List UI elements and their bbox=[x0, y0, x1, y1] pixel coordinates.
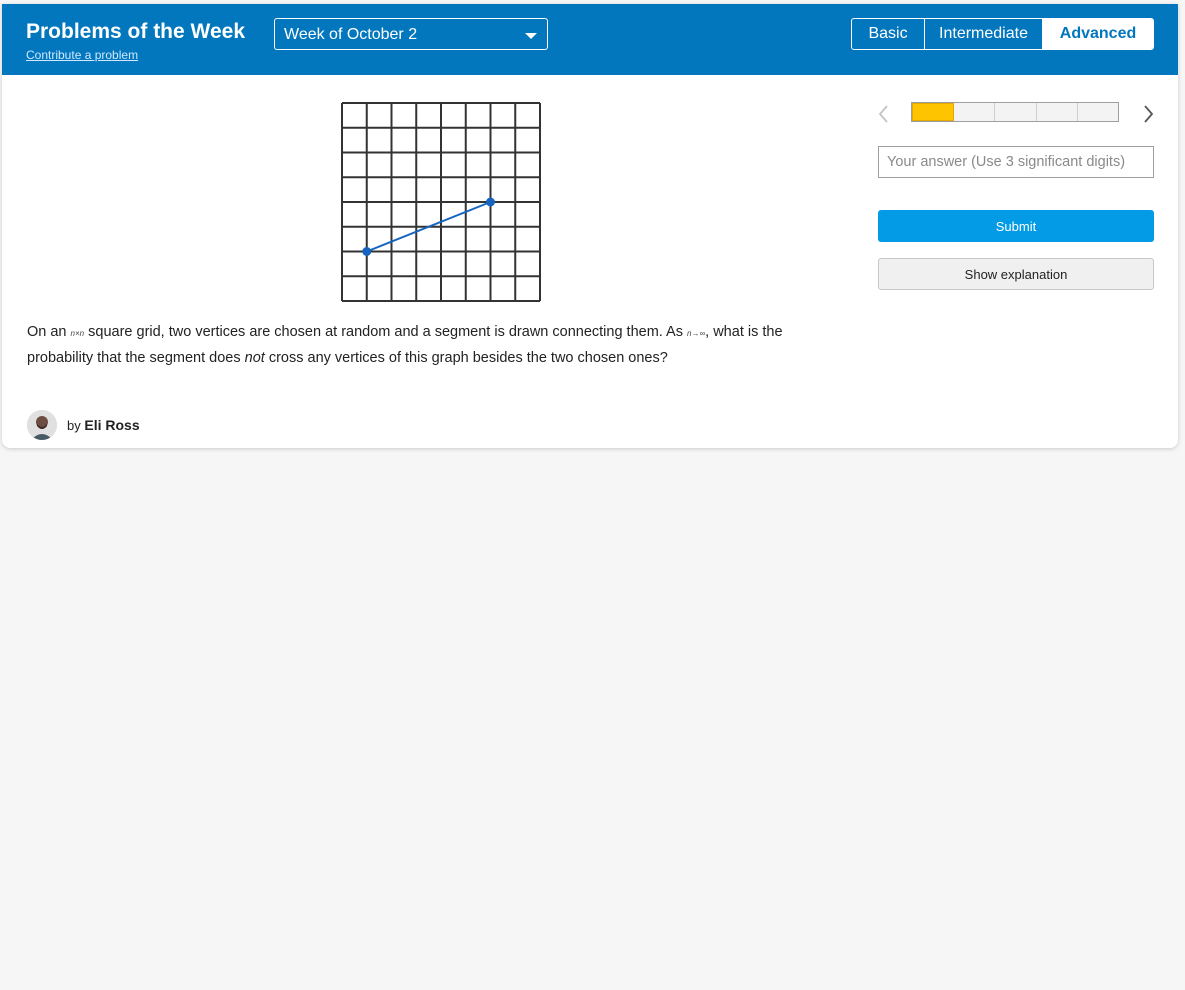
segment-endpoint bbox=[362, 247, 372, 256]
progress-step[interactable] bbox=[1078, 103, 1118, 121]
progress-step[interactable] bbox=[912, 103, 955, 121]
math-limit: n→∞ bbox=[687, 329, 706, 338]
problem-text: cross any vertices of this graph besides… bbox=[264, 350, 668, 366]
dropdown-caret-icon bbox=[525, 33, 537, 39]
week-selector[interactable]: Week of October 2 bbox=[274, 18, 548, 50]
avatar-icon bbox=[27, 410, 57, 440]
tab-advanced[interactable]: Advanced bbox=[1043, 19, 1153, 49]
prev-problem-button[interactable] bbox=[876, 102, 892, 126]
user-avatar[interactable] bbox=[27, 410, 57, 440]
tab-basic[interactable]: Basic bbox=[852, 19, 925, 49]
contribute-problem-link[interactable]: Contribute a problem bbox=[26, 48, 138, 62]
progress-step[interactable] bbox=[954, 103, 996, 121]
next-problem-button[interactable] bbox=[1140, 102, 1156, 126]
grid-lines bbox=[341, 102, 541, 302]
show-explanation-button[interactable]: Show explanation bbox=[878, 258, 1154, 290]
tab-intermediate[interactable]: Intermediate bbox=[925, 19, 1043, 49]
submit-button[interactable]: Submit bbox=[878, 210, 1154, 242]
problem-emphasis: not bbox=[244, 350, 265, 366]
segment-endpoint bbox=[486, 197, 495, 207]
header-bar: Problems of the Week Contribute a proble… bbox=[2, 4, 1178, 75]
progress-step[interactable] bbox=[995, 103, 1037, 121]
progress-step[interactable] bbox=[1037, 103, 1078, 121]
problem-progress bbox=[911, 102, 1119, 122]
week-selected-label: Week of October 2 bbox=[284, 26, 418, 43]
author-name[interactable]: Eli Ross bbox=[84, 417, 139, 433]
chevron-right-icon bbox=[1144, 105, 1154, 123]
problem-text: On an bbox=[27, 324, 71, 340]
author-byline: by Eli Ross bbox=[67, 417, 140, 433]
difficulty-tabs: Basic Intermediate Advanced bbox=[851, 18, 1154, 50]
page-title: Problems of the Week bbox=[26, 20, 246, 43]
grid-figure bbox=[341, 102, 541, 302]
chevron-left-icon bbox=[878, 105, 888, 123]
problem-card: Problems of the Week Contribute a proble… bbox=[2, 4, 1178, 448]
author-credit: by Eli Ross bbox=[27, 410, 140, 440]
math-n-by-n: n×n bbox=[70, 329, 85, 338]
problem-statement: On an n×n square grid, two vertices are … bbox=[27, 320, 827, 371]
problem-text: square grid, two vertices are chosen at … bbox=[84, 324, 687, 340]
answer-input[interactable] bbox=[878, 146, 1154, 178]
author-prefix: by bbox=[67, 418, 81, 433]
